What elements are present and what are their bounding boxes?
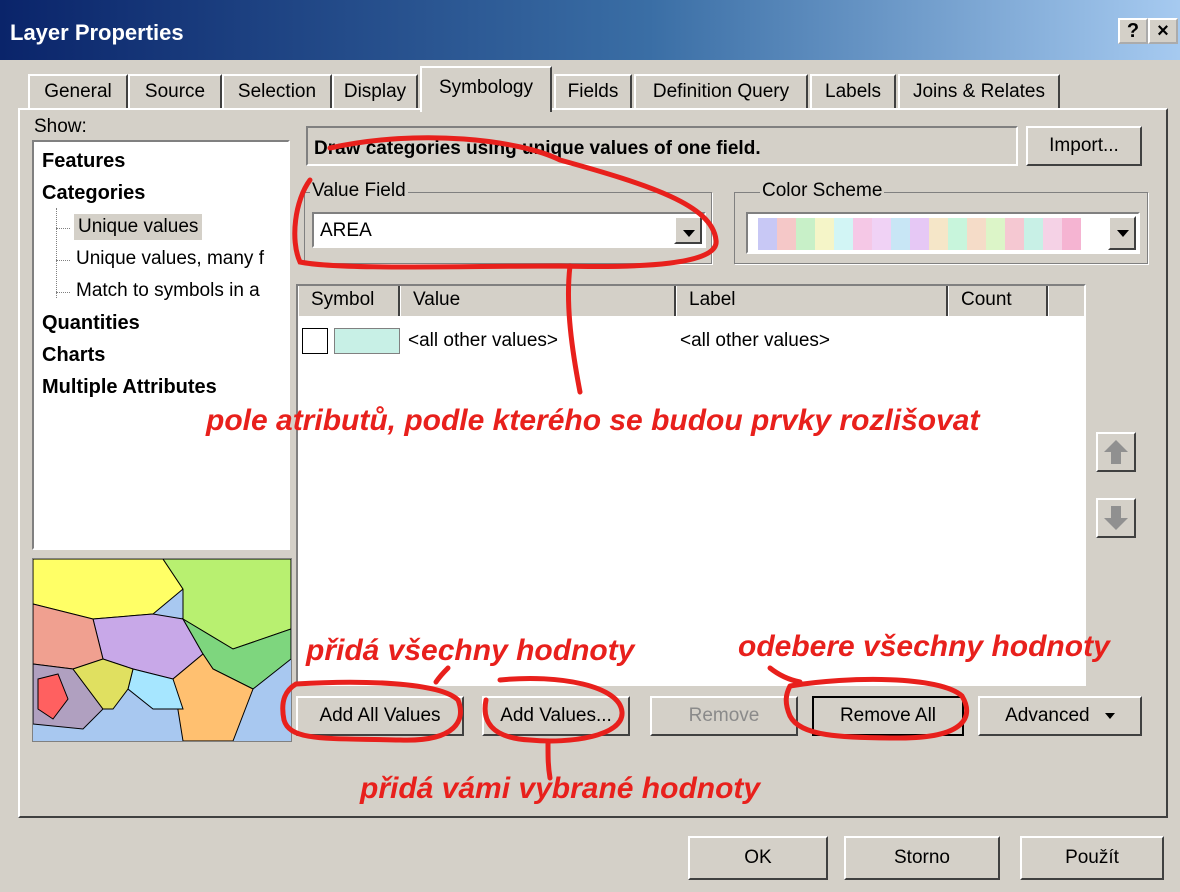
row-label: <all other values> (680, 330, 830, 351)
description-text: Draw categories using unique values of o… (314, 138, 761, 159)
color-ramp-swatch (891, 218, 910, 250)
color-ramp-swatch (796, 218, 815, 250)
storno-button[interactable]: Storno (844, 836, 1000, 880)
tree-item-categories[interactable]: Categories (42, 182, 145, 205)
apply-button[interactable]: Použít (1020, 836, 1164, 880)
row-value: <all other values> (408, 330, 558, 351)
table-row[interactable]: <all other values> <all other values> (298, 326, 1084, 360)
tab-fields[interactable]: Fields (554, 74, 632, 110)
show-label: Show: (34, 116, 87, 137)
tree-connector (56, 228, 70, 229)
color-ramp (758, 218, 1081, 250)
annotation-value-field: pole atributů, podle kterého se budou pr… (206, 404, 980, 437)
tab-general[interactable]: General (28, 74, 128, 110)
tab-labels[interactable]: Labels (810, 74, 896, 110)
help-button[interactable]: ? (1118, 18, 1148, 44)
value-field-combo[interactable]: AREA (312, 212, 706, 248)
tree-item-quantities[interactable]: Quantities (42, 312, 140, 335)
color-ramp-swatch (777, 218, 796, 250)
value-field-label: Value Field (310, 180, 408, 202)
tab-joins-relates[interactable]: Joins & Relates (898, 74, 1060, 110)
move-down-button[interactable] (1096, 498, 1136, 538)
color-ramp-swatch (1043, 218, 1062, 250)
annotation-add-values: přidá vámi vybrané hodnoty (360, 772, 761, 805)
close-button[interactable]: × (1148, 18, 1178, 44)
color-ramp-swatch (1062, 218, 1081, 250)
color-ramp-swatch (853, 218, 872, 250)
remove-all-button[interactable]: Remove All (812, 696, 964, 736)
advanced-label: Advanced (1005, 705, 1090, 726)
chevron-down-icon[interactable] (674, 216, 702, 244)
add-all-values-button[interactable]: Add All Values (296, 696, 464, 736)
tree-item-match-to-symbols[interactable]: Match to symbols in a (76, 280, 260, 302)
tree-connector (56, 292, 70, 293)
color-ramp-swatch (910, 218, 929, 250)
symbol-table[interactable]: Symbol Value Label Count <all other valu… (296, 284, 1086, 686)
tab-source[interactable]: Source (128, 74, 222, 110)
column-header-blank (1048, 286, 1084, 316)
value-field-value: AREA (320, 220, 372, 241)
symbol-checkbox[interactable] (302, 328, 328, 354)
color-ramp-swatch (967, 218, 986, 250)
color-ramp-swatch (872, 218, 891, 250)
tab-symbology[interactable]: Symbology (420, 66, 552, 112)
color-ramp-swatch (948, 218, 967, 250)
annotation-add-all: přidá všechny hodnoty (306, 634, 635, 667)
window-title: Layer Properties (10, 20, 184, 45)
color-ramp-swatch (1005, 218, 1024, 250)
arrow-up-icon (1104, 440, 1128, 464)
color-ramp-swatch (815, 218, 834, 250)
color-ramp-swatch (758, 218, 777, 250)
preview-map (32, 558, 292, 742)
column-header-count[interactable]: Count (948, 286, 1048, 316)
color-scheme-label: Color Scheme (760, 180, 885, 202)
remove-button[interactable]: Remove (650, 696, 798, 736)
arrow-down-icon (1104, 506, 1128, 530)
color-ramp-swatch (1024, 218, 1043, 250)
move-up-button[interactable] (1096, 432, 1136, 472)
description-box: Draw categories using unique values of o… (306, 126, 1018, 166)
tree-item-charts[interactable]: Charts (42, 344, 105, 367)
tree-connector (56, 208, 58, 298)
annotation-remove-all: odebere všechny hodnoty (738, 630, 1110, 663)
chevron-down-icon[interactable] (1108, 216, 1136, 250)
symbol-swatch[interactable] (334, 328, 400, 354)
tab-selection[interactable]: Selection (222, 74, 332, 110)
show-tree[interactable]: Features Categories Unique values Unique… (32, 140, 290, 550)
tree-item-unique-values[interactable]: Unique values (74, 214, 203, 240)
advanced-button[interactable]: Advanced (978, 696, 1142, 736)
tab-display[interactable]: Display (332, 74, 418, 110)
column-header-label[interactable]: Label (676, 286, 948, 316)
tab-definition-query[interactable]: Definition Query (634, 74, 808, 110)
tree-item-unique-values-many[interactable]: Unique values, many f (76, 248, 264, 270)
import-button[interactable]: Import... (1026, 126, 1142, 166)
color-scheme-combo[interactable] (746, 212, 1140, 254)
color-ramp-swatch (834, 218, 853, 250)
tree-item-multiple-attributes[interactable]: Multiple Attributes (42, 376, 217, 399)
tree-item-features[interactable]: Features (42, 150, 125, 173)
title-bar: Layer Properties ? × (0, 0, 1180, 60)
column-header-symbol[interactable]: Symbol (298, 286, 400, 316)
menu-arrow-icon (1104, 712, 1115, 719)
ok-button[interactable]: OK (688, 836, 828, 880)
color-ramp-swatch (986, 218, 1005, 250)
color-ramp-swatch (929, 218, 948, 250)
add-values-button[interactable]: Add Values... (482, 696, 630, 736)
column-header-value[interactable]: Value (400, 286, 676, 316)
tree-connector (56, 260, 70, 261)
